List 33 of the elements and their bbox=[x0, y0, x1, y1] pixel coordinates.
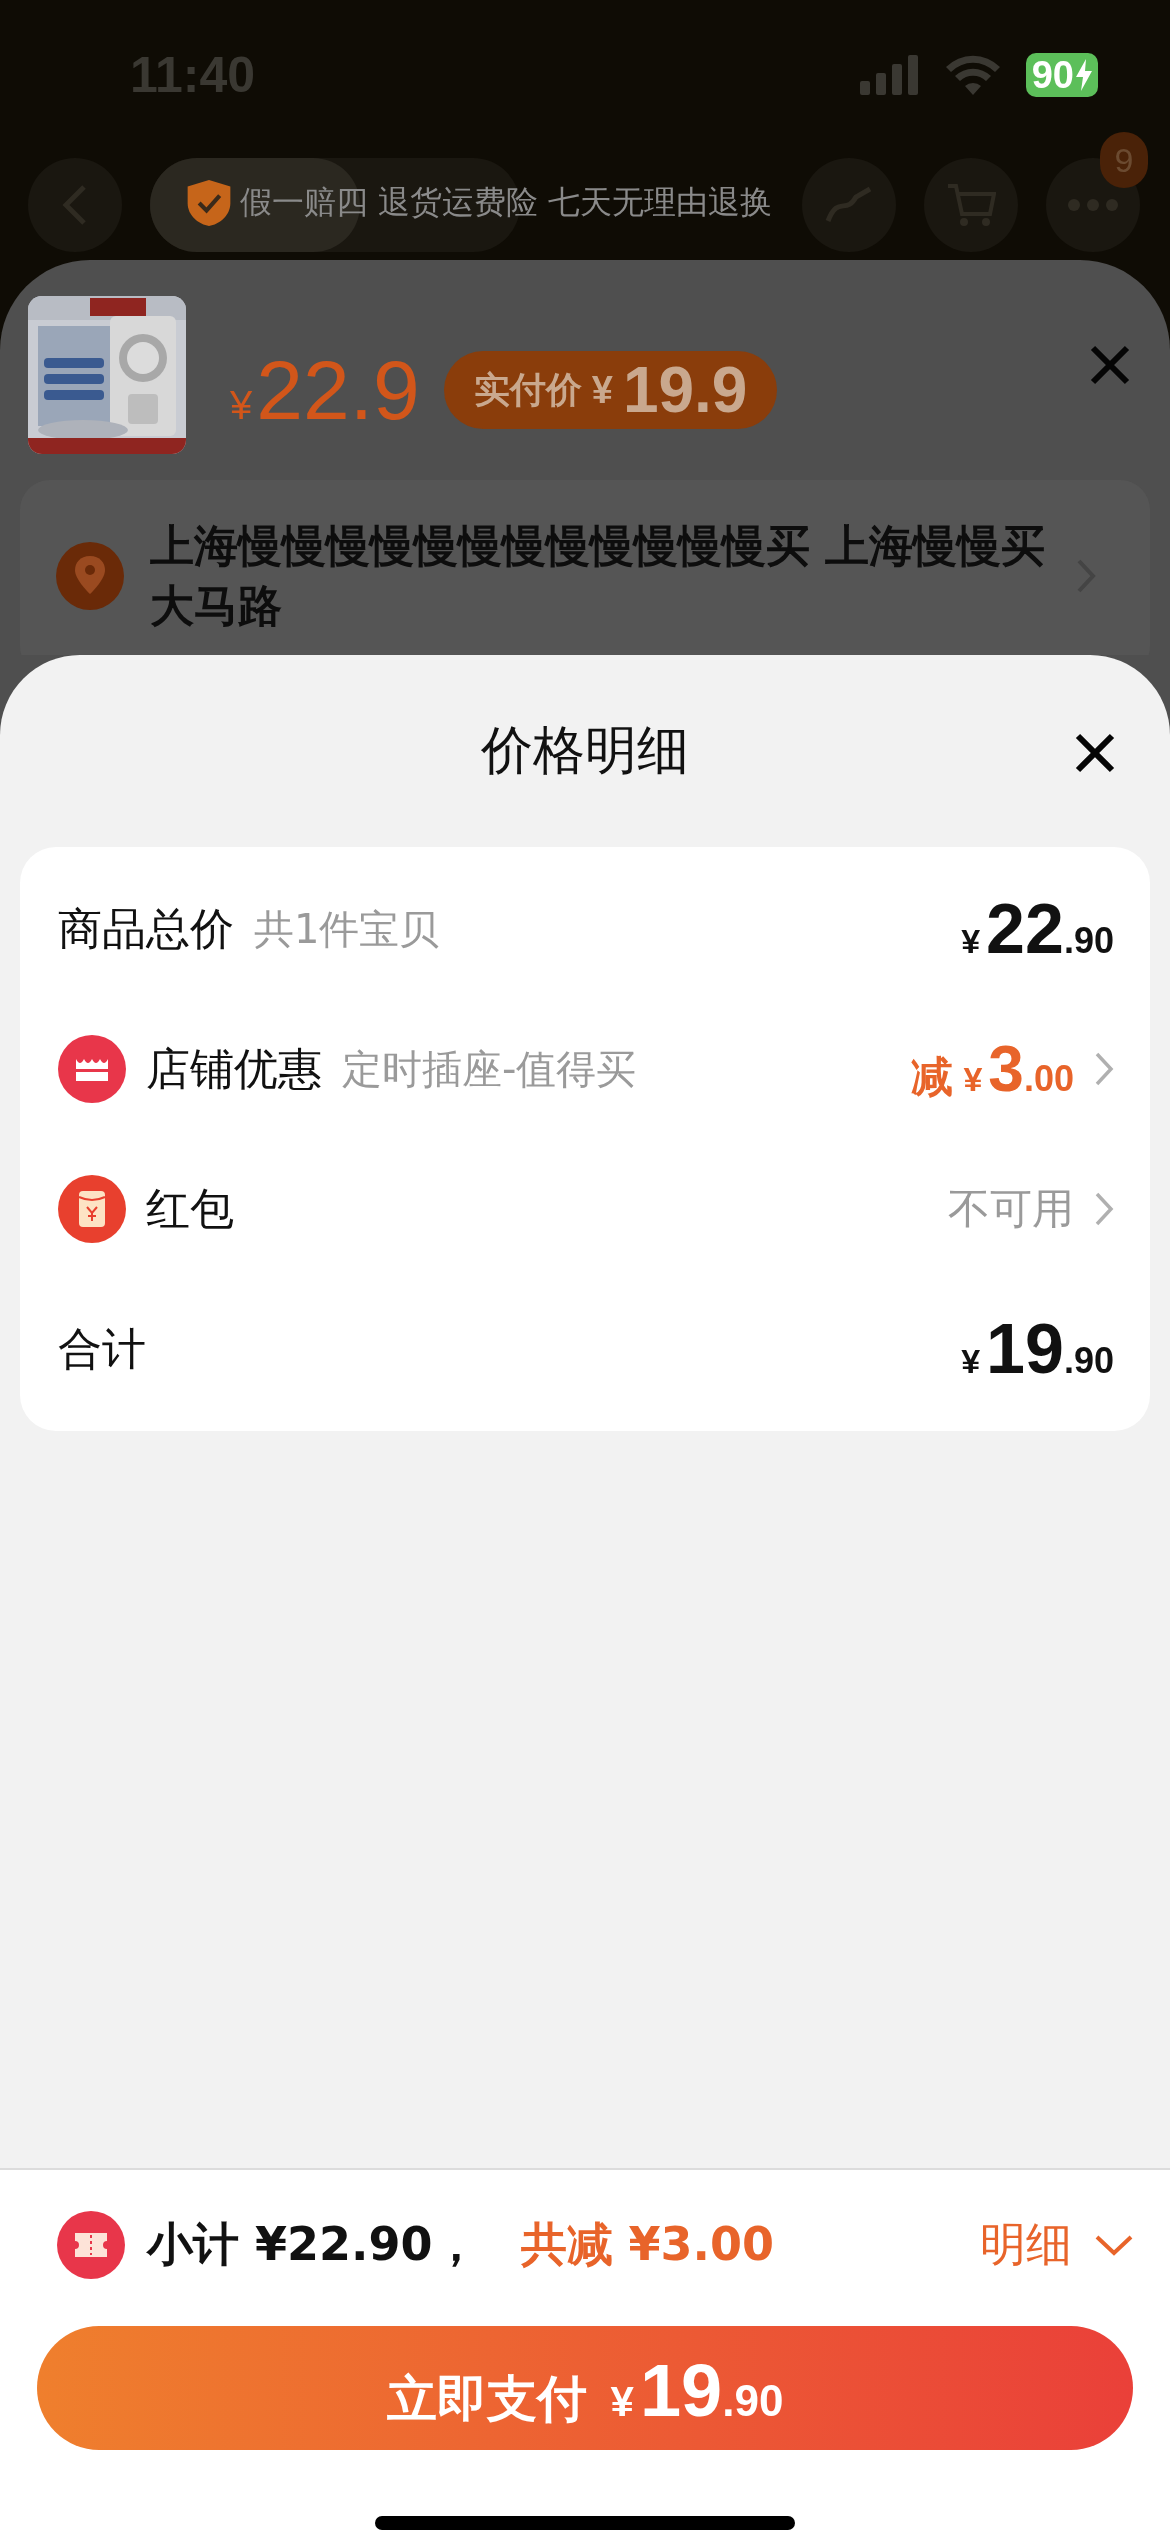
envelope-icon bbox=[58, 1175, 126, 1243]
paid-price-badge: 实付价 ¥19.9 bbox=[443, 351, 778, 429]
location-pin-icon bbox=[56, 542, 124, 610]
shield-check-icon bbox=[186, 178, 232, 228]
row-note: 定时插座-值得买 bbox=[342, 1044, 637, 1094]
row-note: 共1件宝贝 bbox=[254, 904, 440, 954]
row-label: 店铺优惠 bbox=[146, 1041, 322, 1096]
shop-icon bbox=[58, 1035, 126, 1103]
row-label: 商品总价 bbox=[58, 901, 234, 956]
wifi-icon bbox=[945, 55, 1000, 95]
charging-icon bbox=[1076, 59, 1092, 91]
price-amount: ¥19.90 bbox=[961, 1309, 1114, 1389]
chevron-down-icon bbox=[1094, 2234, 1134, 2256]
sheet-title: 价格明细 bbox=[481, 719, 689, 782]
chevron-right-icon bbox=[1094, 1051, 1114, 1087]
chevron-right-icon bbox=[1094, 1191, 1114, 1227]
ticket-icon bbox=[57, 2211, 125, 2279]
close-icon[interactable] bbox=[1075, 733, 1115, 773]
signal-icon bbox=[859, 55, 920, 95]
guarantee-text: 假一赔四 退货运费险 七天无理由退换 bbox=[240, 182, 773, 223]
address-text: 上海慢慢慢慢慢慢慢慢慢慢慢慢买 上海慢慢买大马路 bbox=[150, 519, 1047, 633]
address-row[interactable]: 上海慢慢慢慢慢慢慢慢慢慢慢慢买 上海慢慢买大马路 bbox=[20, 480, 1150, 655]
row-label: 合计 bbox=[58, 1321, 146, 1376]
battery-icon: 90 bbox=[1025, 53, 1098, 97]
pay-button[interactable]: 立即支付 ¥19.90 bbox=[37, 2326, 1133, 2450]
discount-amount: 减 ¥3.00 bbox=[911, 1032, 1074, 1106]
status-text: 不可用 bbox=[948, 1183, 1074, 1235]
row-label: 红包 bbox=[146, 1181, 234, 1236]
reduction-text: 共减 ¥3.00 bbox=[520, 2216, 775, 2273]
subtotal-text: 小计 ¥22.90， bbox=[147, 2216, 479, 2273]
price-amount: ¥22.90 bbox=[961, 889, 1114, 969]
product-price: ¥22.9 bbox=[230, 341, 420, 439]
details-toggle[interactable]: 明细 bbox=[980, 2214, 1134, 2276]
